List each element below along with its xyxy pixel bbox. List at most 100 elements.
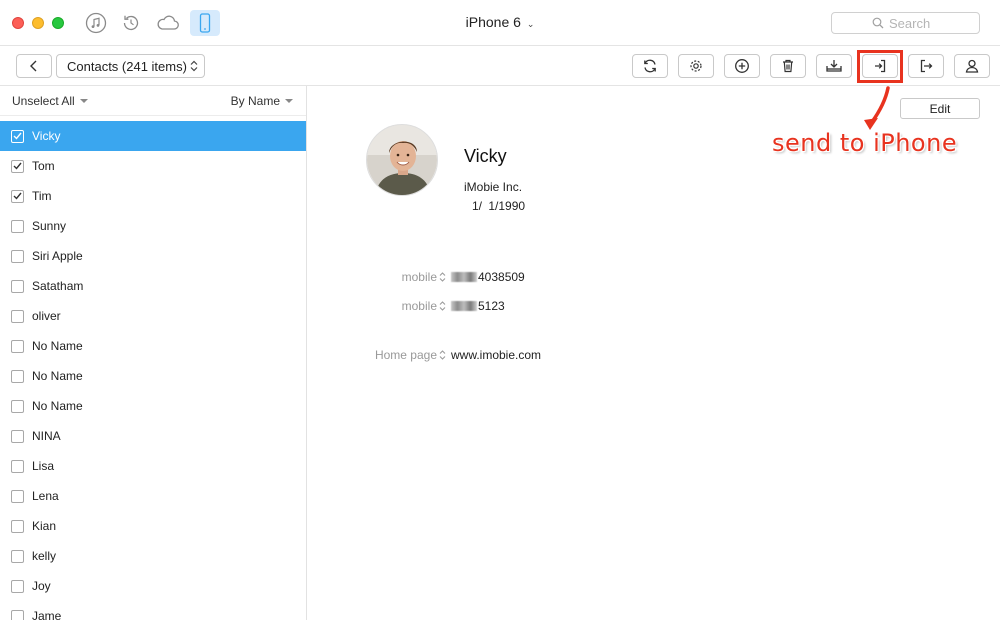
close-window-button[interactable]	[12, 17, 24, 29]
select-dropdown[interactable]: Unselect All	[12, 94, 88, 108]
contact-checkbox[interactable]	[11, 459, 24, 473]
contact-row[interactable]: NINA	[0, 421, 306, 451]
export-icon	[920, 59, 933, 73]
contact-name-label: Vicky	[32, 129, 61, 143]
contact-row[interactable]: Vicky	[0, 121, 306, 151]
music-icon[interactable]	[83, 10, 109, 36]
field-label-selector[interactable]: Home page	[375, 348, 446, 362]
minimize-window-button[interactable]	[32, 17, 44, 29]
contact-checkbox[interactable]	[11, 219, 24, 233]
updown-chevron-icon	[190, 60, 198, 72]
homepage-field: Home page www.imobie.com	[308, 348, 708, 368]
contact-checkbox[interactable]	[11, 249, 24, 263]
contact-row[interactable]: oliver	[0, 301, 306, 331]
export-button[interactable]	[908, 54, 944, 78]
contact-birthday: 1/ 1/1990	[472, 199, 526, 213]
contacts-sidebar: Unselect All By Name Vicky Tom Tim Sunny Sir…	[0, 86, 307, 620]
device-name: iPhone 6	[465, 14, 521, 30]
device-selector[interactable]: iPhone 6 ⌄	[440, 14, 560, 30]
contact-company: iMobie Inc.	[464, 180, 523, 194]
contact-row[interactable]: Lisa	[0, 451, 306, 481]
contact-list: Vicky Tom Tim Sunny Siri Apple Satatham oliver…	[0, 121, 306, 620]
contact-name-label: Tim	[32, 189, 52, 203]
contact-name-label: No Name	[32, 369, 83, 383]
plus-circle-icon	[735, 59, 749, 73]
device-phone-icon[interactable]	[190, 10, 220, 36]
collection-select[interactable]: Contacts (241 items)	[56, 54, 205, 78]
checkmark-icon	[13, 132, 22, 140]
add-button[interactable]	[724, 54, 760, 78]
sort-dropdown[interactable]: By Name	[231, 94, 293, 108]
contact-checkbox[interactable]	[11, 399, 24, 413]
back-button[interactable]	[16, 54, 52, 78]
contact-checkbox[interactable]	[11, 129, 24, 143]
caret-down-icon	[285, 98, 293, 103]
updown-chevron-icon	[439, 350, 446, 360]
checkmark-icon	[13, 162, 22, 170]
contact-name-label: Tom	[32, 159, 55, 173]
contact-checkbox[interactable]	[11, 519, 24, 533]
contact-checkbox[interactable]	[11, 549, 24, 563]
user-icon	[965, 59, 979, 73]
caret-down-icon	[79, 98, 88, 103]
mobile-value-1[interactable]: 4038509	[451, 270, 525, 284]
updown-chevron-icon	[439, 301, 446, 311]
contact-row[interactable]: Tim	[0, 181, 306, 211]
toolbar: Contacts (241 items)	[0, 46, 1000, 86]
contact-name-label: Lisa	[32, 459, 55, 473]
delete-button[interactable]	[770, 54, 806, 78]
field-label-selector[interactable]: mobile	[402, 299, 446, 313]
contact-row[interactable]: Siri Apple	[0, 241, 306, 271]
search-box[interactable]	[831, 12, 980, 34]
contact-checkbox[interactable]	[11, 369, 24, 383]
contact-checkbox[interactable]	[11, 609, 24, 620]
field-label-selector[interactable]: mobile	[402, 270, 446, 284]
search-input[interactable]	[889, 15, 939, 31]
contact-row[interactable]: kelly	[0, 541, 306, 571]
checkmark-icon	[13, 192, 22, 200]
contact-row[interactable]: Sunny	[0, 211, 306, 241]
select-label: Unselect All	[12, 93, 75, 108]
contact-row[interactable]: Satatham	[0, 271, 306, 301]
contact-name-label: Satatham	[32, 279, 84, 293]
contact-name-label: Jame	[32, 609, 62, 620]
contact-row[interactable]: Kian	[0, 511, 306, 541]
contact-row[interactable]: Jame	[0, 601, 306, 620]
contact-checkbox[interactable]	[11, 189, 24, 203]
trash-icon	[783, 59, 793, 73]
download-to-computer-button[interactable]	[816, 54, 852, 78]
redacted-digits	[451, 272, 477, 282]
edit-button[interactable]: Edit	[900, 98, 980, 119]
contact-checkbox[interactable]	[11, 309, 24, 323]
contact-row[interactable]: Lena	[0, 481, 306, 511]
redacted-digits	[451, 301, 477, 311]
refresh-button[interactable]	[632, 54, 668, 78]
contact-checkbox[interactable]	[11, 429, 24, 443]
contact-row[interactable]: No Name	[0, 391, 306, 421]
contact-card-button[interactable]	[954, 54, 990, 78]
send-to-device-highlight-box	[857, 50, 903, 83]
contact-name-label: Sunny	[32, 219, 67, 233]
contact-row[interactable]: No Name	[0, 331, 306, 361]
contact-row[interactable]: Tom	[0, 151, 306, 181]
history-icon[interactable]	[118, 10, 144, 36]
contact-name-label: No Name	[32, 399, 83, 413]
contact-checkbox[interactable]	[11, 579, 24, 593]
updown-chevron-icon	[439, 272, 446, 282]
chevron-left-icon	[30, 60, 37, 72]
cloud-icon[interactable]	[155, 10, 181, 36]
contact-row[interactable]: Joy	[0, 571, 306, 601]
zoom-window-button[interactable]	[52, 17, 64, 29]
contact-checkbox[interactable]	[11, 489, 24, 503]
contact-checkbox[interactable]	[11, 279, 24, 293]
contact-checkbox[interactable]	[11, 159, 24, 173]
download-tray-icon	[826, 60, 842, 72]
homepage-value[interactable]: www.imobie.com	[451, 348, 541, 362]
settings-button[interactable]	[678, 54, 714, 78]
contact-name-label: Siri Apple	[32, 249, 83, 263]
contact-checkbox[interactable]	[11, 339, 24, 353]
contact-name-label: Kian	[32, 519, 57, 533]
mobile-value-2[interactable]: 5123	[451, 299, 505, 313]
contact-photo	[366, 124, 438, 196]
contact-row[interactable]: No Name	[0, 361, 306, 391]
